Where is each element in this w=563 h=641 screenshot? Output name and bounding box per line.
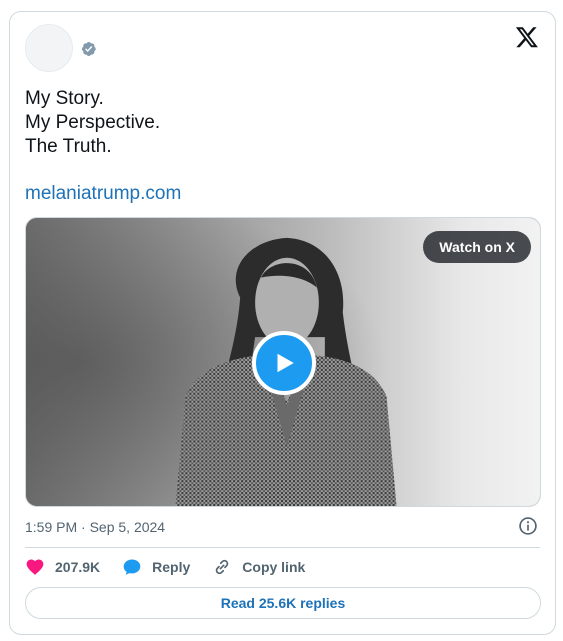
- watch-on-x-button[interactable]: Watch on X: [423, 231, 531, 263]
- reply-bubble-icon: [123, 559, 141, 575]
- tweet-timestamp[interactable]: 1:59 PM · Sep 5, 2024: [25, 517, 165, 537]
- link-icon: [216, 559, 229, 575]
- x-logo-icon[interactable]: [515, 25, 539, 49]
- avatar[interactable]: [25, 24, 73, 72]
- video-player[interactable]: Watch on X: [25, 217, 541, 507]
- play-icon: [277, 353, 294, 373]
- divider: [25, 547, 540, 548]
- tweet-text: My Story. My Perspective. The Truth.: [25, 87, 525, 159]
- heart-icon: [26, 559, 44, 575]
- like-count: 207.9K: [55, 559, 101, 575]
- tweet-embed-card: My Story. My Perspective. The Truth. mel…: [9, 11, 556, 635]
- tweet-actions: 207.9K Reply Copy link: [25, 557, 327, 577]
- like-button[interactable]: 207.9K: [25, 557, 100, 577]
- tweet-line: My Perspective.: [25, 112, 161, 133]
- verified-badge-icon: [81, 42, 96, 56]
- reply-label: Reply: [152, 559, 191, 575]
- copy-link-label: Copy link: [242, 559, 306, 575]
- info-icon[interactable]: [518, 516, 538, 536]
- read-replies-button[interactable]: Read 25.6K replies: [25, 587, 541, 619]
- website-link[interactable]: melaniatrump.com: [25, 182, 181, 206]
- tweet-line: My Story.: [25, 88, 104, 109]
- play-button[interactable]: [252, 331, 316, 395]
- copy-link-button[interactable]: Copy link: [212, 557, 305, 577]
- tweet-line: The Truth.: [25, 136, 112, 157]
- reply-button[interactable]: Reply: [122, 557, 190, 577]
